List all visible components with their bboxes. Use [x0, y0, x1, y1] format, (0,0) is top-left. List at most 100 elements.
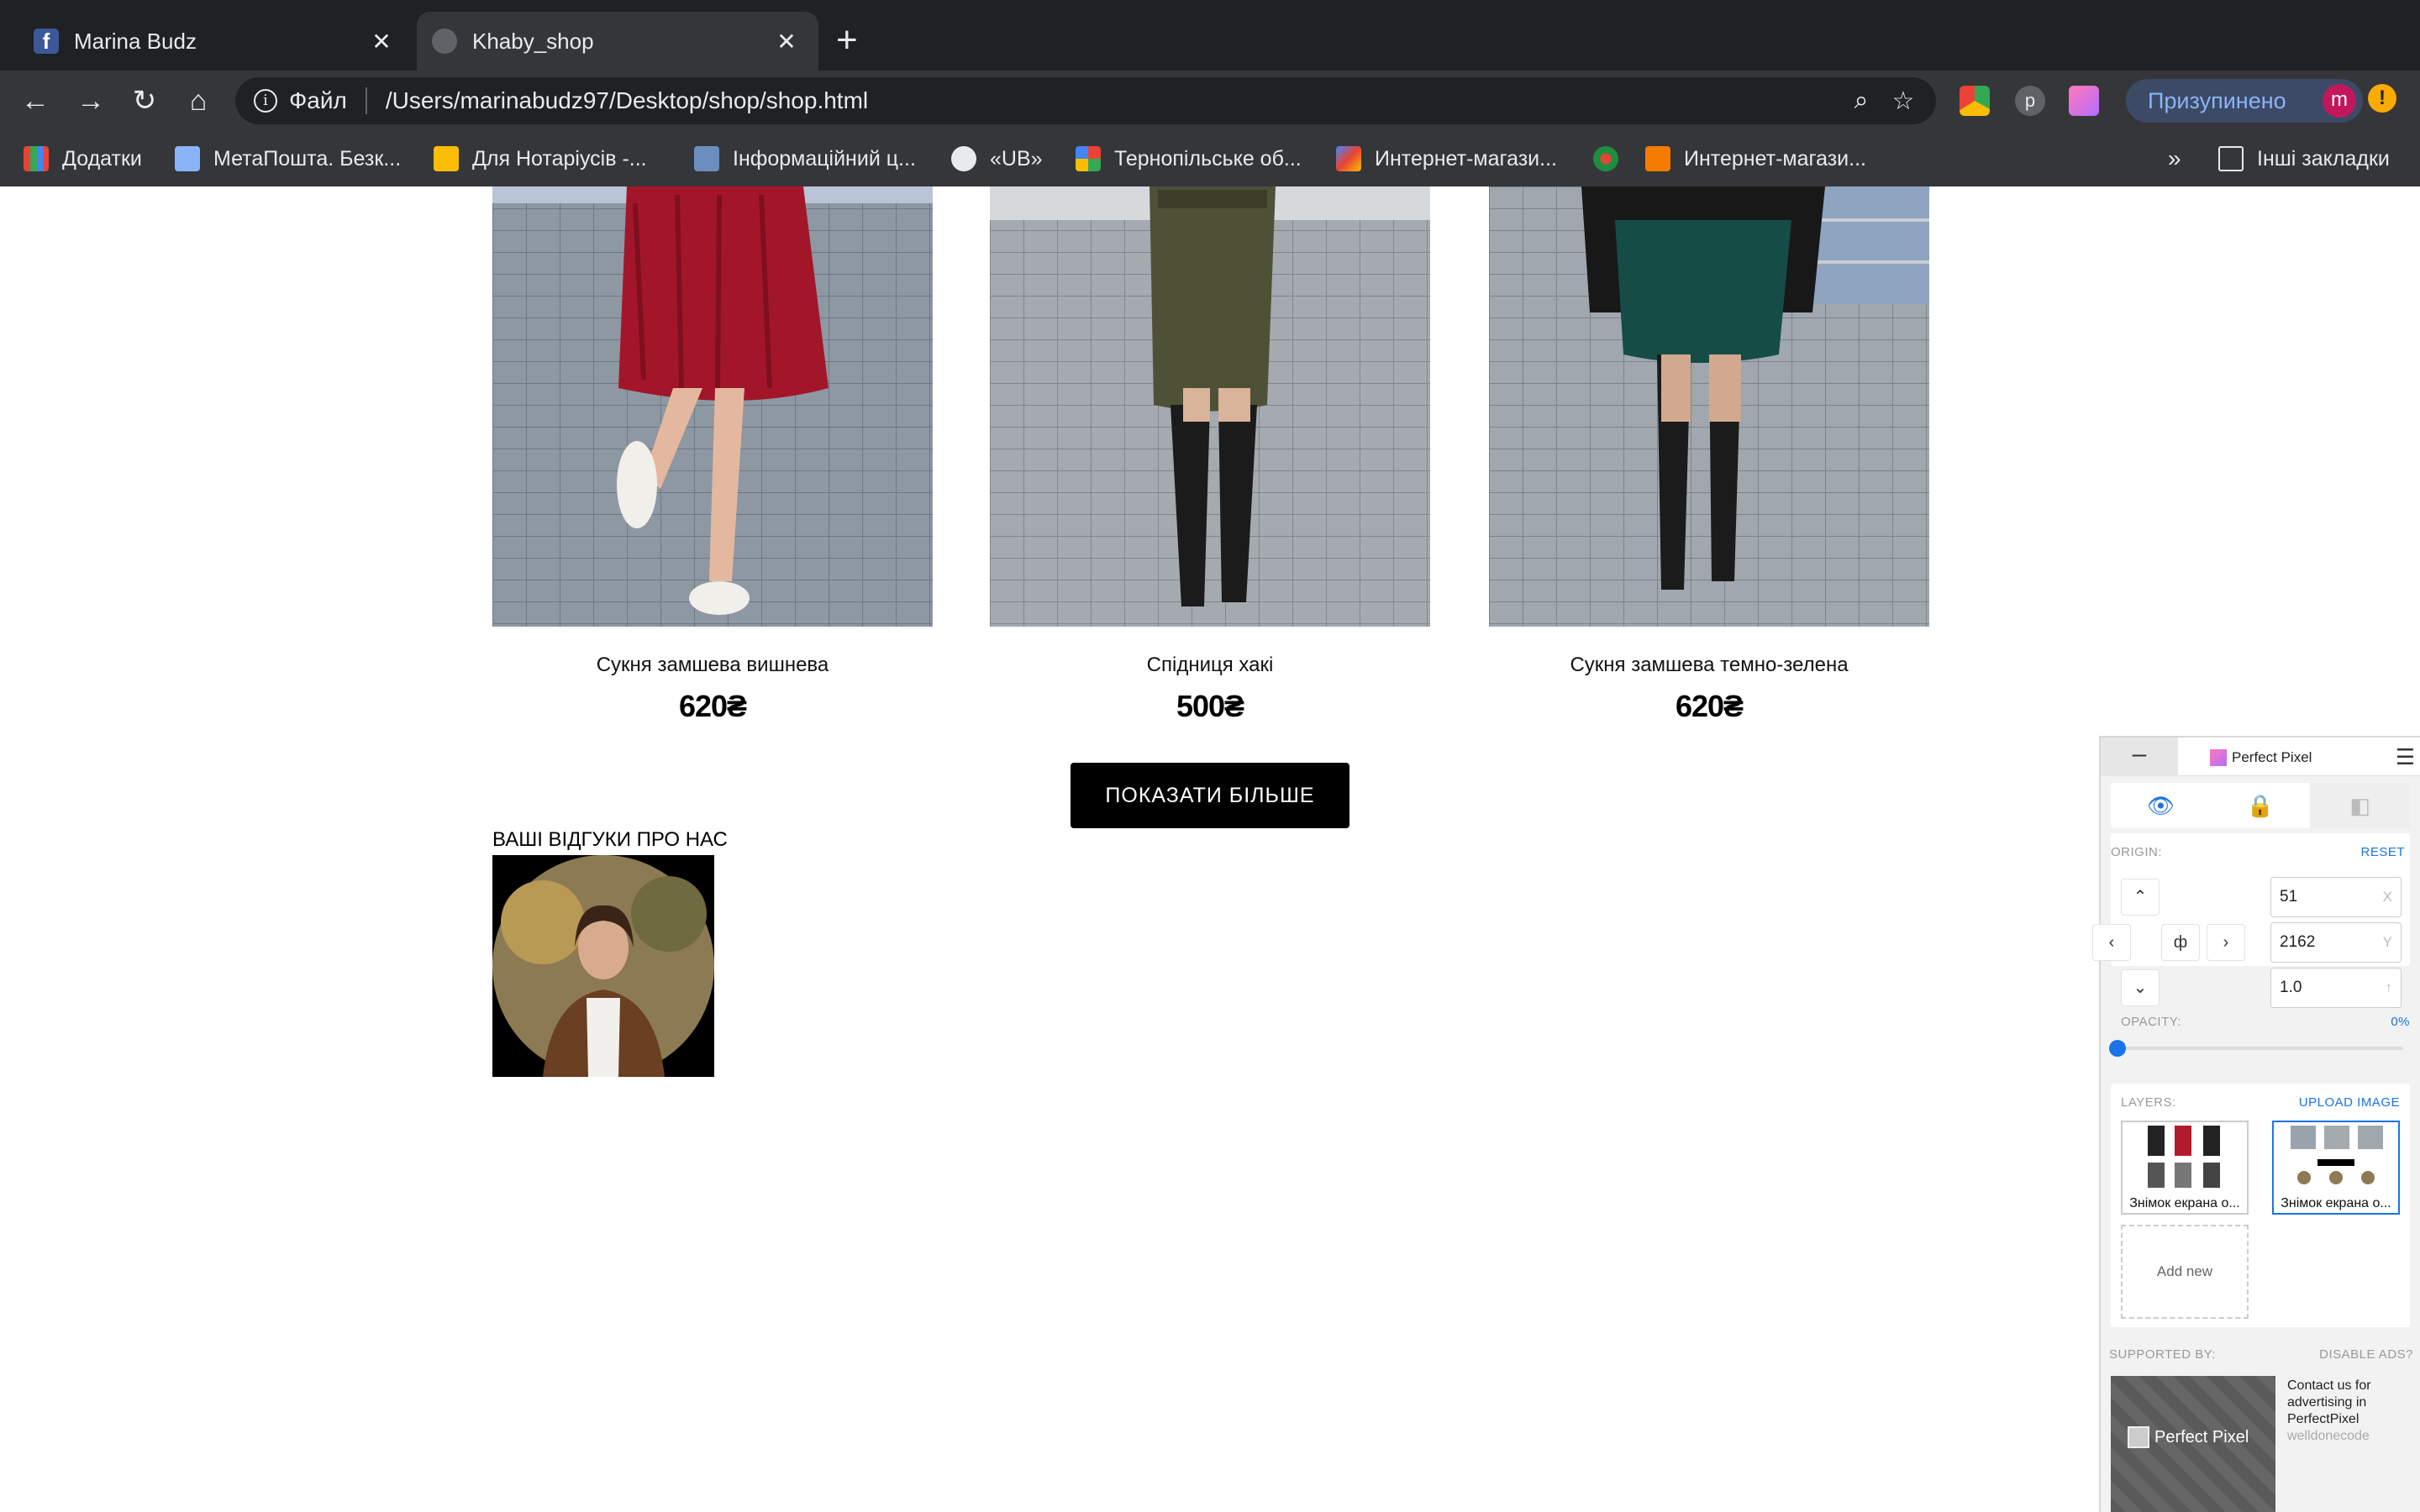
bookmark-info-center[interactable]: Інформаційний ц...: [694, 131, 916, 186]
add-new-layer-button[interactable]: Add new: [2121, 1225, 2249, 1319]
notary-icon: [434, 146, 459, 171]
reload-icon[interactable]: ↻: [126, 82, 163, 119]
bookmark-ternopil[interactable]: Тернопільське об...: [1076, 131, 1302, 186]
product-name[interactable]: Сукня замшева темно-зелена: [1489, 654, 1929, 677]
profile-paused-button[interactable]: Призупинено m: [2126, 79, 2363, 123]
bookmark-other[interactable]: Інші закладки: [2218, 131, 2390, 186]
y-axis-label: Y: [2382, 934, 2392, 950]
bookmark-label: Інформаційний ц...: [733, 146, 916, 171]
perfectpixel-extension-icon[interactable]: [2069, 86, 2099, 116]
hamburger-menu-icon[interactable]: ☰: [2396, 744, 2415, 770]
product-price: 620₴: [678, 689, 747, 723]
back-arrow-icon[interactable]: ←: [17, 82, 54, 119]
bookmark-metaposhta[interactable]: МетаПошта. Безк...: [175, 131, 401, 186]
origin-controls: ORIGIN: RESET ⌃ ‹ ф › ⌄ 51 X 2162 Y 1.0 …: [2092, 833, 2410, 1008]
bookmark-shop[interactable]: Интернет-магази...: [1336, 131, 1557, 186]
emblem-icon: [1593, 146, 1618, 171]
address-scheme: Файл: [289, 87, 347, 113]
minimize-button[interactable]: –: [2101, 738, 2178, 776]
upload-image-button[interactable]: UPLOAD IMAGE: [2299, 1095, 2400, 1110]
ad-company: welldonecode: [2287, 1429, 2370, 1443]
product-name[interactable]: Сукня замшева вишнева: [492, 654, 933, 677]
apps-grid-icon: [24, 146, 49, 171]
home-icon[interactable]: ⌂: [180, 82, 217, 119]
origin-label: ORIGIN:: [2111, 845, 2163, 859]
product-photo[interactable]: [990, 186, 1430, 627]
bookmark-apps[interactable]: Додатки: [24, 131, 142, 186]
origin-x-input[interactable]: 51 X: [2270, 877, 2402, 917]
perfectpixel-logo: Perfect Pixel: [2210, 749, 2312, 766]
scale-axis-label: ↑: [2385, 979, 2393, 995]
bookmark-ub[interactable]: «UB»: [951, 131, 1043, 186]
perfectpixel-logo-icon: [2210, 749, 2227, 766]
extension-icon[interactable]: [1960, 86, 1990, 116]
pinterest-icon[interactable]: p: [2015, 86, 2045, 116]
product-image-dress-green: [1489, 186, 1929, 627]
browser-toolbar: ← → ↻ ⌂ i Файл /Users/marinabudz97/Deskt…: [0, 71, 2420, 131]
disable-ads-link[interactable]: DISABLE ADS?: [2319, 1347, 2413, 1362]
chevron-right-icon[interactable]: ›: [2207, 924, 2245, 961]
product-photo[interactable]: [1489, 186, 1929, 627]
perfectpixel-panel: – Perfect Pixel ☰ 👁 🔒 ◧ ORIGIN: RESET ⌃ …: [2092, 736, 2420, 1512]
chevron-down-icon[interactable]: ⌄: [2121, 969, 2160, 1006]
bookmark-emblem[interactable]: [1593, 131, 1618, 186]
avatar: m: [2323, 84, 2356, 118]
scale-value: 1.0: [2280, 979, 2302, 996]
origin-y-value: 2162: [2280, 933, 2316, 951]
show-more-button[interactable]: ПОКАЗАТИ БІЛЬШЕ: [1071, 763, 1349, 828]
reset-button[interactable]: RESET: [2360, 845, 2405, 859]
tab-marina-budz[interactable]: f Marina Budz ✕: [18, 12, 413, 71]
address-url[interactable]: /Users/marinabudz97/Desktop/shop/shop.ht…: [386, 87, 1840, 114]
ad-description: Contact us for advertising in PerfectPix…: [2287, 1378, 2371, 1426]
bookmarks-overflow-button[interactable]: »: [2168, 131, 2181, 186]
lock-icon[interactable]: 🔒: [2211, 783, 2311, 828]
invert-icon[interactable]: ◧: [2310, 783, 2411, 828]
info-icon[interactable]: i: [254, 89, 277, 113]
opacity-slider[interactable]: [2118, 1047, 2403, 1050]
facebook-icon: f: [34, 29, 59, 54]
product-card[interactable]: Сукня замшева вишнева 620₴: [492, 186, 933, 724]
bookmark-notary[interactable]: Для Нотаріусів -...: [434, 131, 647, 186]
origin-y-input[interactable]: 2162 Y: [2270, 922, 2402, 963]
product-card[interactable]: Сукня замшева темно-зелена 620₴: [1489, 186, 1929, 724]
layers-label: LAYERS:: [2121, 1095, 2176, 1110]
product-image-dress-red: [492, 186, 933, 627]
forward-arrow-icon[interactable]: →: [72, 82, 109, 119]
tab-strip: f Marina Budz ✕ Khaby_shop ✕ +: [0, 0, 2420, 71]
x-axis-label: X: [2382, 889, 2392, 905]
layer-thumbnail-selected[interactable]: Знімок екрана о...: [2272, 1121, 2400, 1215]
ad-brand: Perfect Pixel: [2154, 1428, 2249, 1446]
layer-caption: Знімок екрана о...: [2281, 1196, 2391, 1210]
chevron-up-icon[interactable]: ⌃: [2121, 879, 2160, 916]
close-icon[interactable]: ✕: [770, 28, 803, 55]
scale-input[interactable]: 1.0 ↑: [2270, 968, 2402, 1008]
tab-khaby-shop[interactable]: Khaby_shop ✕: [417, 12, 818, 71]
info-center-icon: [694, 146, 719, 171]
chevron-left-icon[interactable]: ‹: [2092, 924, 2131, 961]
close-icon[interactable]: ✕: [365, 28, 398, 55]
product-photo[interactable]: [492, 186, 933, 627]
update-alert-icon[interactable]: !: [2368, 84, 2396, 113]
divider: [365, 87, 367, 114]
eye-icon[interactable]: 👁: [2111, 783, 2211, 828]
bookmark-star-icon[interactable]: ☆: [1882, 87, 1924, 116]
bookmark-label: Для Нотаріусів -...: [472, 146, 647, 171]
opacity-slider-handle[interactable]: [2109, 1040, 2126, 1057]
bookmark-label: Тернопільське об...: [1114, 146, 1302, 171]
profile-status: Призупинено: [2148, 87, 2286, 113]
ad-text[interactable]: Contact us for advertising in PerfectPix…: [2287, 1378, 2413, 1445]
center-button[interactable]: ф: [2161, 924, 2200, 961]
ad-banner[interactable]: Perfect Pixel: [2111, 1376, 2275, 1512]
layer-thumbnail[interactable]: Знімок екрана о...: [2121, 1121, 2249, 1215]
zoom-icon[interactable]: ⌕: [1840, 87, 1882, 115]
perfectpixel-title: Perfect Pixel: [2232, 749, 2312, 765]
tab-title: Marina Budz: [74, 28, 197, 54]
product-name[interactable]: Спідниця хакі: [990, 654, 1430, 677]
bookmarks-bar: Додатки МетаПошта. Безк... Для Нотаріусі…: [0, 131, 2420, 186]
opacity-label: OPACITY:: [2121, 1015, 2182, 1029]
address-bar[interactable]: i Файл /Users/marinabudz97/Desktop/shop/…: [235, 77, 1936, 124]
new-tab-button[interactable]: +: [836, 22, 858, 59]
layer-preview: [2274, 1122, 2398, 1194]
bookmark-shop2[interactable]: Интернет-магази...: [1645, 131, 1866, 186]
product-card[interactable]: Спідниця хакі 500₴: [990, 186, 1430, 724]
